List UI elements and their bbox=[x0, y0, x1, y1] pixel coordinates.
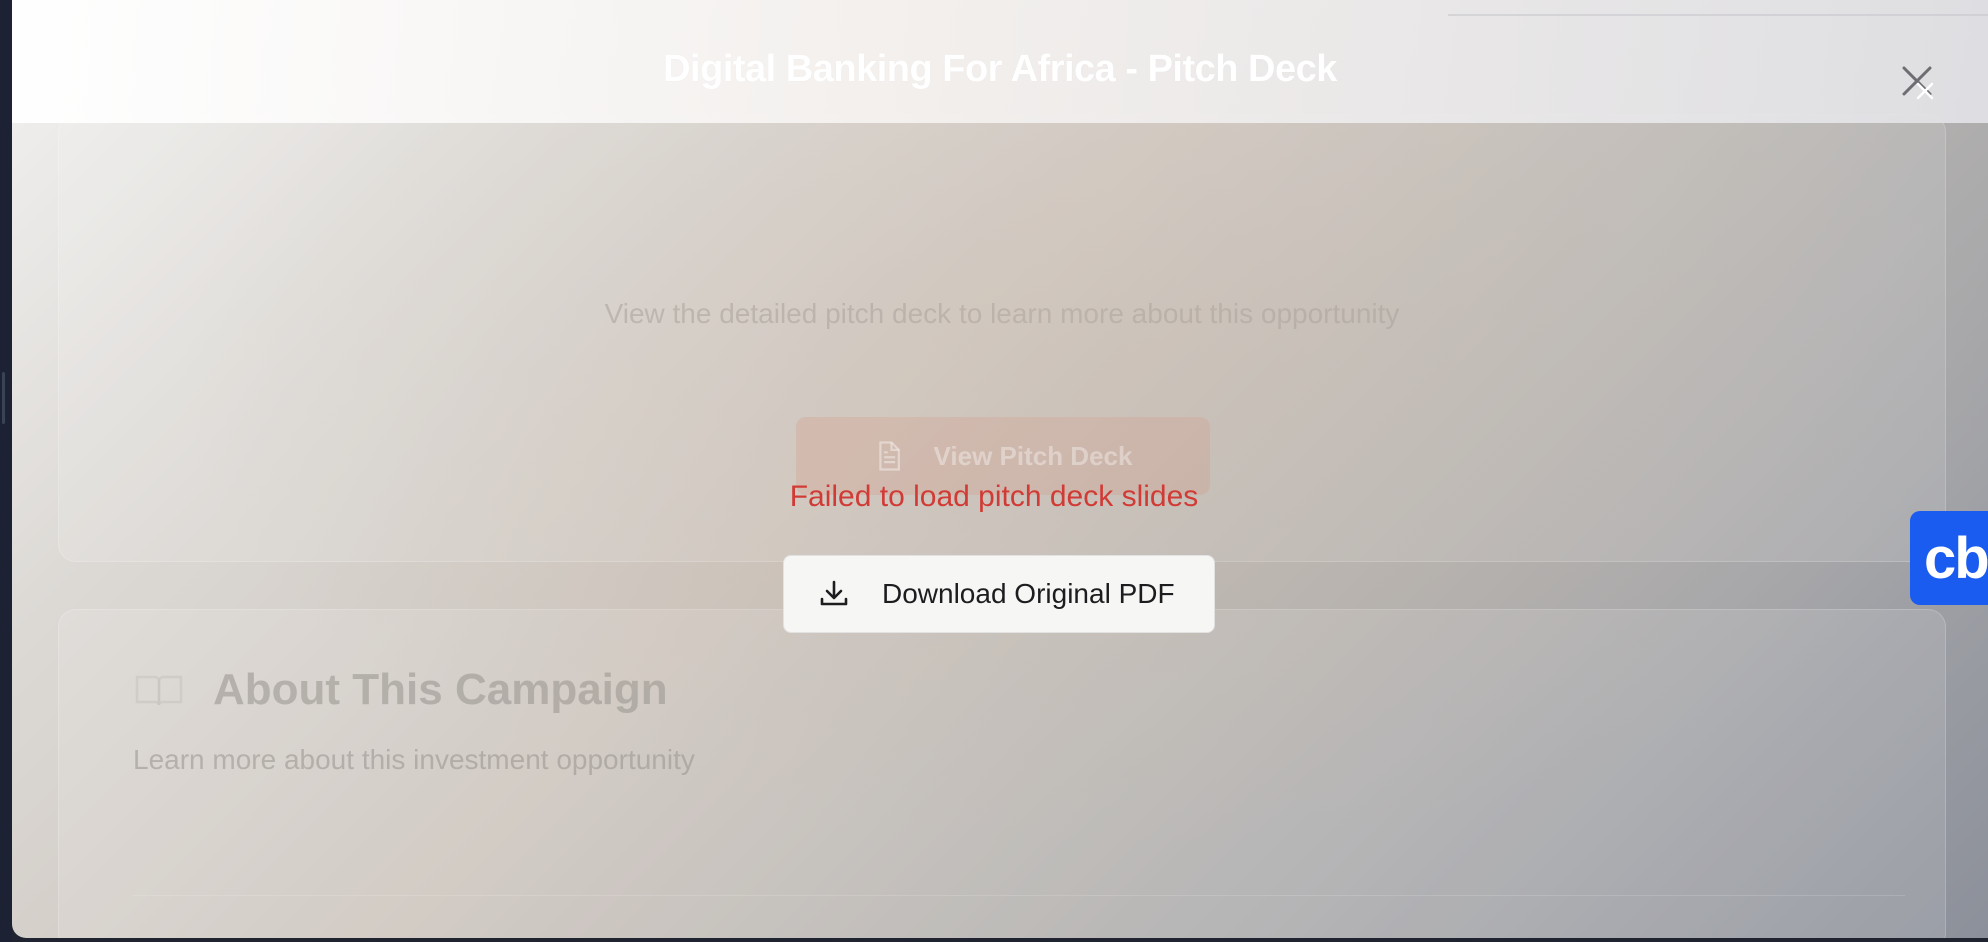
close-button[interactable] bbox=[1898, 62, 1942, 106]
error-message: Failed to load pitch deck slides bbox=[789, 480, 1199, 513]
close-icon bbox=[1902, 66, 1934, 100]
resize-grip[interactable] bbox=[2, 372, 5, 424]
download-label: Download Original PDF bbox=[882, 578, 1175, 609]
pitch-deck-description: View the detailed pitch deck to learn mo… bbox=[604, 298, 1400, 329]
book-icon bbox=[135, 675, 183, 706]
header-edge-line bbox=[1448, 14, 1988, 16]
modal-header: Digital Banking For Africa - Pitch Deck bbox=[12, 0, 1988, 123]
view-pitch-deck-label: View Pitch Deck bbox=[933, 440, 1133, 471]
download-icon bbox=[820, 580, 848, 606]
about-campaign-card: About This Campaign Learn more about thi… bbox=[58, 609, 1946, 938]
left-window-edge bbox=[0, 0, 12, 942]
cb-widget-badge[interactable]: cb bbox=[1910, 511, 1988, 605]
about-campaign-subtitle: Learn more about this investment opportu… bbox=[133, 744, 695, 775]
cb-badge-text: cb bbox=[1924, 525, 1988, 591]
about-campaign-title: About This Campaign bbox=[213, 665, 668, 714]
modal-backdrop: View the detailed pitch deck to learn mo… bbox=[12, 0, 1988, 938]
modal-title: Digital Banking For Africa - Pitch Deck bbox=[663, 48, 1337, 90]
document-icon bbox=[878, 441, 900, 471]
download-original-pdf-button[interactable]: Download Original PDF bbox=[783, 555, 1215, 633]
divider bbox=[133, 895, 1905, 896]
